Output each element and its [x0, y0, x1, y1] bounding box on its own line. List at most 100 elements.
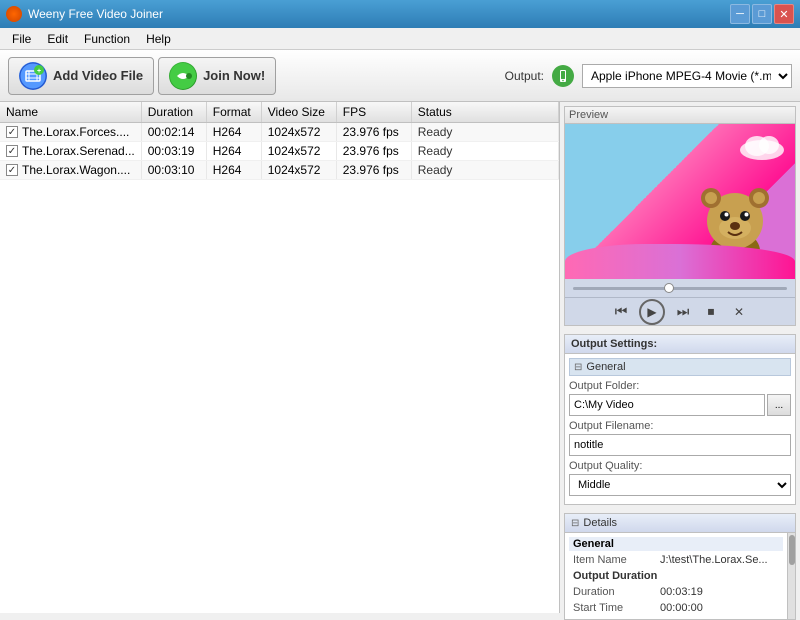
- output-label: Output:: [505, 69, 544, 83]
- join-icon: [169, 62, 197, 90]
- svg-text:+: +: [37, 68, 41, 75]
- minimize-button[interactable]: ─: [730, 4, 750, 24]
- cloud-decoration: [737, 132, 787, 163]
- toolbar: + Add Video File Join Now! Output: Apple…: [0, 50, 800, 102]
- app-icon: [6, 6, 22, 22]
- item-name-label: Item Name: [569, 553, 654, 567]
- add-icon: +: [19, 62, 47, 90]
- folder-input[interactable]: [569, 394, 765, 416]
- scroll-thumb[interactable]: [789, 535, 795, 565]
- preview-section: Preview: [564, 106, 796, 326]
- collapse-icon: ⊟: [574, 362, 582, 373]
- col-status[interactable]: Status: [411, 102, 558, 123]
- row-status-2: Ready: [411, 142, 558, 161]
- folder-label: Output Folder:: [569, 380, 791, 392]
- row-size-3: 1024x572: [261, 161, 336, 180]
- output-settings-section: Output Settings: ⊟ General Output Folder…: [564, 334, 796, 505]
- output-settings-header: Output Settings:: [565, 335, 795, 354]
- file-table: Name Duration Format Video Size FPS Stat…: [0, 102, 559, 180]
- item-name-value: J:\test\The.Lorax.Se...: [656, 553, 783, 567]
- menu-bar: File Edit Function Help: [0, 28, 800, 50]
- title-bar: Weeny Free Video Joiner ─ □ ✕: [0, 0, 800, 28]
- row-name-3: The.Lorax.Wagon....: [22, 163, 130, 177]
- wave-decoration: [565, 244, 795, 279]
- duration-label: Duration: [569, 585, 654, 599]
- details-output-duration-row: Output Duration: [569, 569, 783, 583]
- row-duration-1: 00:02:14: [141, 123, 206, 142]
- quality-select[interactable]: Low Middle High: [569, 474, 791, 496]
- row-format-2: H264: [206, 142, 261, 161]
- col-video-size[interactable]: Video Size: [261, 102, 336, 123]
- row-fps-3: 23.976 fps: [336, 161, 411, 180]
- menu-function[interactable]: Function: [76, 30, 138, 48]
- skip-back-button[interactable]: ⏮: [611, 302, 631, 322]
- scrollbar[interactable]: [787, 533, 795, 619]
- output-area: Output: Apple iPhone MPEG-4 Movie (*.mp4…: [505, 64, 792, 88]
- details-header[interactable]: ⊟ Details: [565, 514, 795, 533]
- details-duration-row: Duration 00:03:19: [569, 585, 783, 599]
- quality-label: Output Quality:: [569, 460, 791, 472]
- col-fps[interactable]: FPS: [336, 102, 411, 123]
- details-general-row: General: [569, 537, 783, 551]
- row-size-1: 1024x572: [261, 123, 336, 142]
- phone-icon: [552, 65, 574, 87]
- menu-help[interactable]: Help: [138, 30, 179, 48]
- join-now-label: Join Now!: [203, 68, 265, 83]
- row-name-1: The.Lorax.Forces....: [22, 125, 129, 139]
- details-label: Details: [583, 517, 617, 529]
- filename-row: Output Filename:: [569, 420, 791, 456]
- right-panel: Preview: [560, 102, 800, 613]
- folder-row: Output Folder: ...: [569, 380, 791, 416]
- add-video-button[interactable]: + Add Video File: [8, 57, 154, 95]
- preview-label: Preview: [565, 107, 795, 124]
- row-duration-3: 00:03:10: [141, 161, 206, 180]
- col-duration[interactable]: Duration: [141, 102, 206, 123]
- duration-value: 00:03:19: [656, 585, 783, 599]
- browse-button[interactable]: ...: [767, 394, 791, 416]
- general-group-label: General: [586, 361, 625, 373]
- window-title: Weeny Free Video Joiner: [28, 7, 163, 21]
- play-button[interactable]: ▶: [639, 299, 665, 325]
- row-size-2: 1024x572: [261, 142, 336, 161]
- output-format-select[interactable]: Apple iPhone MPEG-4 Movie (*.mp4): [582, 64, 792, 88]
- join-now-button[interactable]: Join Now!: [158, 57, 276, 95]
- general-group-header[interactable]: ⊟ General: [569, 358, 791, 376]
- row-checkbox-2[interactable]: ✓: [6, 145, 18, 157]
- preview-slider[interactable]: [573, 287, 787, 290]
- col-name[interactable]: Name: [0, 102, 141, 123]
- row-checkbox-3[interactable]: ✓: [6, 164, 18, 176]
- table-row: ✓ The.Lorax.Forces.... 00:02:14 H264 102…: [0, 123, 559, 142]
- menu-edit[interactable]: Edit: [39, 30, 76, 48]
- add-video-label: Add Video File: [53, 68, 143, 83]
- details-collapse-icon: ⊟: [571, 518, 579, 529]
- row-duration-2: 00:03:19: [141, 142, 206, 161]
- filename-label: Output Filename:: [569, 420, 791, 432]
- skip-forward-button[interactable]: ⏭: [673, 302, 693, 322]
- preview-slider-thumb[interactable]: [664, 283, 674, 293]
- details-table: General Item Name J:\test\The.Lorax.Se..…: [565, 533, 787, 619]
- row-name-2: The.Lorax.Serenad...: [22, 144, 135, 158]
- details-item-name-row: Item Name J:\test\The.Lorax.Se...: [569, 553, 783, 567]
- close-button[interactable]: ✕: [774, 4, 794, 24]
- close-preview-button[interactable]: ✕: [729, 302, 749, 322]
- col-format[interactable]: Format: [206, 102, 261, 123]
- filename-input[interactable]: [569, 434, 791, 456]
- settings-body: ⊟ General Output Folder: ... Output File…: [565, 354, 795, 504]
- preview-controls: ⏮ ▶ ⏭ ⏹ ✕: [565, 297, 795, 325]
- table-row: ✓ The.Lorax.Wagon.... 00:03:10 H264 1024…: [0, 161, 559, 180]
- row-format-1: H264: [206, 123, 261, 142]
- row-status-1: Ready: [411, 123, 558, 142]
- file-list-panel: Name Duration Format Video Size FPS Stat…: [0, 102, 560, 613]
- row-fps-2: 23.976 fps: [336, 142, 411, 161]
- quality-row: Output Quality: Low Middle High: [569, 460, 791, 496]
- details-section: ⊟ Details General Item Name J:\test\The.…: [564, 513, 796, 620]
- row-fps-1: 23.976 fps: [336, 123, 411, 142]
- preview-slider-area: [565, 279, 795, 297]
- menu-file[interactable]: File: [4, 30, 39, 48]
- table-row: ✓ The.Lorax.Serenad... 00:03:19 H264 102…: [0, 142, 559, 161]
- row-checkbox-1[interactable]: ✓: [6, 126, 18, 138]
- stop-button[interactable]: ⏹: [701, 302, 721, 322]
- maximize-button[interactable]: □: [752, 4, 772, 24]
- main-content: Name Duration Format Video Size FPS Stat…: [0, 102, 800, 613]
- preview-video: [565, 124, 795, 279]
